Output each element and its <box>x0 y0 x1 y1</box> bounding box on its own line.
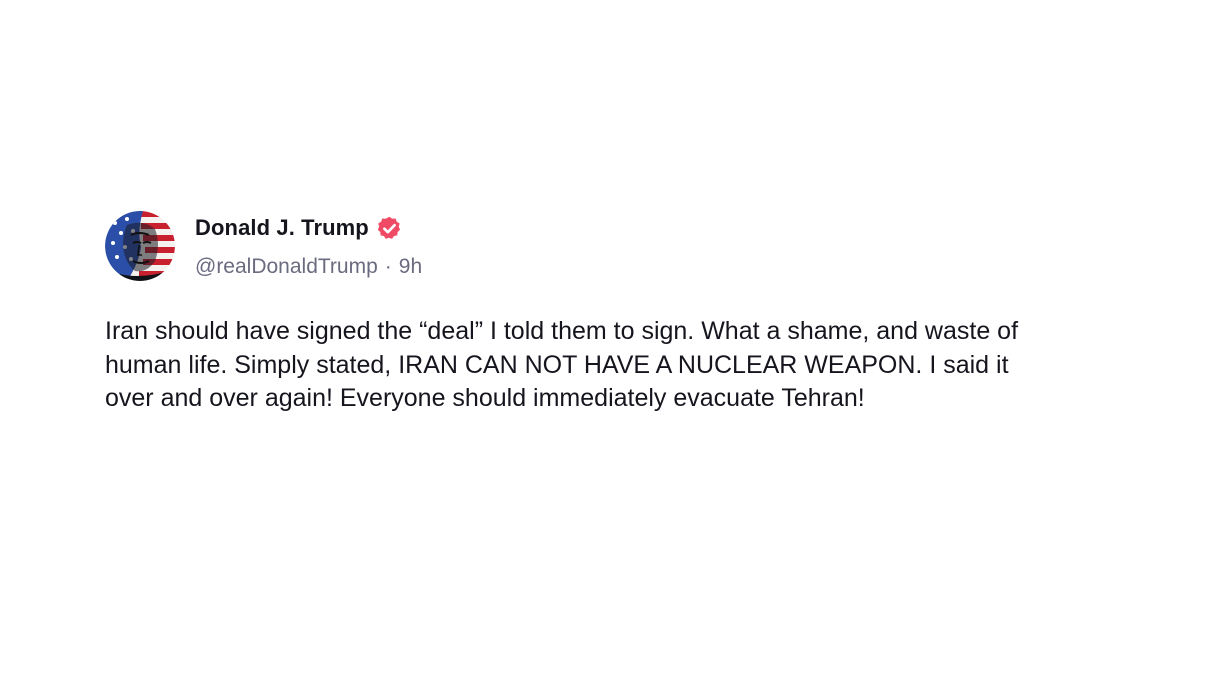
author-identity: Donald J. Trump @realDonaldTrump · 9h <box>195 211 422 279</box>
author-display-name[interactable]: Donald J. Trump <box>195 215 369 241</box>
author-handle[interactable]: @realDonaldTrump <box>195 255 378 279</box>
author-meta: @realDonaldTrump · 9h <box>195 255 422 279</box>
post-header: Donald J. Trump @realDonaldTrump · 9h <box>105 211 1065 281</box>
post-card: Donald J. Trump @realDonaldTrump · 9h Ir… <box>105 211 1065 416</box>
flag-portrait-avatar-icon <box>105 211 175 281</box>
meta-separator: · <box>384 255 392 278</box>
post-timestamp[interactable]: 9h <box>399 255 422 279</box>
avatar[interactable] <box>105 211 175 281</box>
post-text: Iran should have signed the “deal” I tol… <box>105 317 1019 412</box>
verified-badge-icon <box>376 215 403 242</box>
name-row: Donald J. Trump <box>195 214 422 242</box>
